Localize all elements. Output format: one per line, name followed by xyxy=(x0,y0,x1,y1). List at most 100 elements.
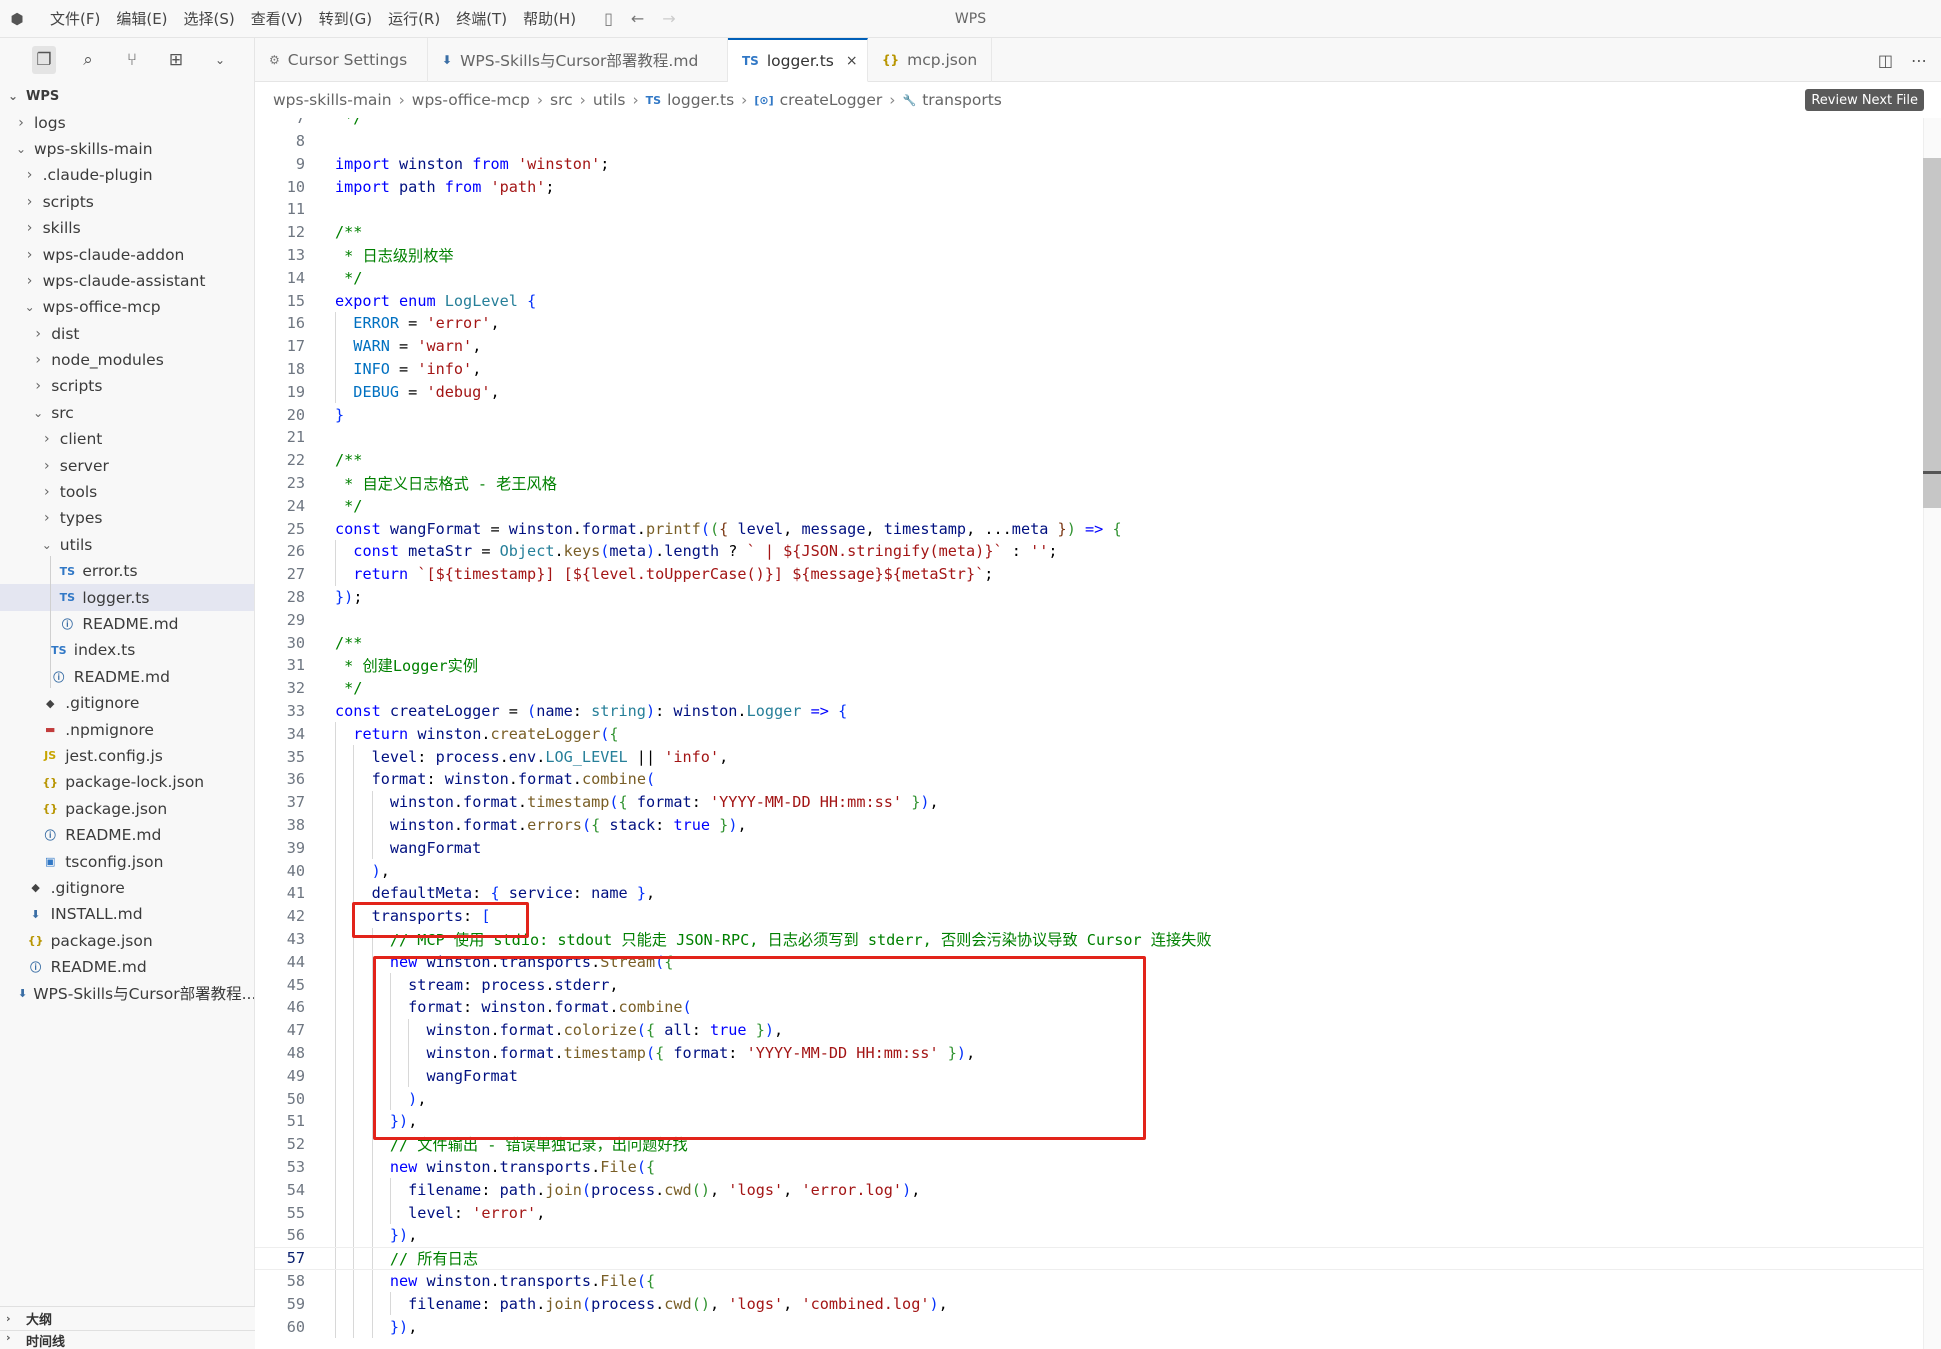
review-next-file-button[interactable]: Review Next File xyxy=(1805,89,1924,111)
code-line[interactable]: 15 export enum LogLevel { xyxy=(255,289,1941,312)
code-line[interactable]: 38 winston.format.errors({ stack: true }… xyxy=(255,814,1941,837)
code-line[interactable]: 20} xyxy=(255,403,1941,426)
breadcrumb-item[interactable]: src xyxy=(550,91,573,109)
menu-run[interactable]: 运行(R) xyxy=(380,0,448,38)
timeline-section[interactable]: › 时间线 xyxy=(0,1330,255,1349)
code-line[interactable]: 16 ERROR = 'error', xyxy=(255,312,1941,335)
menu-view[interactable]: 查看(V) xyxy=(243,0,311,38)
code-line[interactable]: 30 /** xyxy=(255,631,1941,654)
tree-folder[interactable]: ⌄ wps-office-mcp xyxy=(0,294,254,320)
breadcrumb-item[interactable]: createLogger xyxy=(780,91,883,109)
code-line[interactable]: 32 */ xyxy=(255,677,1941,700)
tree-file[interactable]: ◆ .gitignore xyxy=(0,875,254,901)
tree-file[interactable]: ◆ .gitignore xyxy=(0,690,254,716)
tree-folder[interactable]: › logs xyxy=(0,109,254,135)
tree-file[interactable]: {} package.json xyxy=(0,796,254,822)
tree-folder[interactable]: › wps-claude-assistant xyxy=(0,268,254,294)
source-control-icon[interactable]: ⑂ xyxy=(120,46,144,74)
tab-mcp-json[interactable]: {} mcp.json xyxy=(868,38,992,82)
code-line[interactable]: 14 */ xyxy=(255,266,1941,289)
code-line[interactable]: 28}); xyxy=(255,586,1941,609)
code-line[interactable]: 59 filename: path.join(process.cwd(), 'l… xyxy=(255,1292,1941,1315)
toggle-sidebar-icon[interactable]: ▯ xyxy=(604,9,613,28)
tree-file[interactable]: ⓘ README.md xyxy=(0,954,254,980)
code-line[interactable]: 12 /** xyxy=(255,221,1941,244)
explorer-root[interactable]: ⌄ WPS xyxy=(0,83,254,109)
code-line[interactable]: 36 format: winston.format.combine( xyxy=(255,768,1941,791)
code-line[interactable]: 22 /** xyxy=(255,449,1941,472)
extensions-icon[interactable]: ⊞ xyxy=(164,46,188,74)
chevron-down-icon[interactable]: ⌄ xyxy=(208,46,232,74)
split-editor-icon[interactable]: ◫ xyxy=(1878,51,1893,70)
code-line[interactable]: 10 import path from 'path'; xyxy=(255,175,1941,198)
tree-folder[interactable]: › .claude-plugin xyxy=(0,162,254,188)
code-line[interactable]: 25 const wangFormat = winston.format.prin… xyxy=(255,517,1941,540)
code-line[interactable]: 56 }), xyxy=(255,1224,1941,1247)
menu-file[interactable]: 文件(F) xyxy=(42,0,108,38)
tab-logger-ts[interactable]: TS logger.ts × xyxy=(728,38,868,82)
tree-folder[interactable]: › server xyxy=(0,452,254,478)
code-line[interactable]: 24 */ xyxy=(255,494,1941,517)
code-line[interactable]: 54 filename: path.join(process.cwd(), 'l… xyxy=(255,1178,1941,1201)
explorer-icon[interactable]: ❐ xyxy=(32,46,56,74)
tree-file[interactable]: ⓘ README.md xyxy=(0,822,254,848)
tab-cursor-settings[interactable]: ⚙ Cursor Settings xyxy=(255,38,428,82)
breadcrumb-item[interactable]: wps-skills-main xyxy=(273,91,392,109)
tree-file[interactable]: ▣ tsconfig.json xyxy=(0,848,254,874)
breadcrumb-item[interactable]: transports xyxy=(922,91,1002,109)
tree-file[interactable]: ▬ .npmignore xyxy=(0,716,254,742)
code-line[interactable]: 17 WARN = 'warn', xyxy=(255,335,1941,358)
code-line[interactable]: 8 xyxy=(255,130,1941,153)
back-arrow-icon[interactable]: ← xyxy=(631,9,644,28)
tree-folder[interactable]: › node_modules xyxy=(0,347,254,373)
tree-folder[interactable]: › scripts xyxy=(0,189,254,215)
code-editor[interactable]: 7 */8 9 import winston from 'winston'; 10 im… xyxy=(255,118,1941,1349)
code-line[interactable]: 40 ), xyxy=(255,859,1941,882)
tree-file[interactable]: ⬇ WPS-Skills与Cursor部署教程.... xyxy=(0,980,254,1006)
code-line[interactable]: 19 DEBUG = 'debug', xyxy=(255,380,1941,403)
tree-folder[interactable]: › client xyxy=(0,426,254,452)
breadcrumb-item[interactable]: utils xyxy=(593,91,626,109)
tree-folder[interactable]: › skills xyxy=(0,215,254,241)
code-line[interactable]: 31 * 创建Logger实例 xyxy=(255,654,1941,677)
tree-file[interactable]: TS error.ts xyxy=(0,558,254,584)
code-line[interactable]: 11 xyxy=(255,198,1941,221)
tree-file[interactable]: ⬇ INSTALL.md xyxy=(0,901,254,927)
code-line[interactable]: 18 INFO = 'info', xyxy=(255,358,1941,381)
tree-file[interactable]: {} package-lock.json xyxy=(0,769,254,795)
code-line[interactable]: 55 level: 'error', xyxy=(255,1201,1941,1224)
breadcrumb-item[interactable]: wps-office-mcp xyxy=(412,91,530,109)
more-actions-icon[interactable]: ⋯ xyxy=(1911,51,1927,70)
close-icon[interactable]: × xyxy=(846,53,858,69)
code-line[interactable]: 7 */ xyxy=(255,118,1941,130)
menu-go[interactable]: 转到(G) xyxy=(311,0,380,38)
tree-folder[interactable]: ⌄ src xyxy=(0,400,254,426)
code-line[interactable]: 35 level: process.env.LOG_LEVEL || 'info… xyxy=(255,745,1941,768)
code-line[interactable]: 23 * 自定义日志格式 - 老王风格 xyxy=(255,472,1941,495)
code-line[interactable]: 34 return winston.createLogger({ xyxy=(255,722,1941,745)
tree-folder[interactable]: › dist xyxy=(0,321,254,347)
tree-file[interactable]: {} package.json xyxy=(0,928,254,954)
code-line[interactable]: 21 xyxy=(255,426,1941,449)
search-icon[interactable]: ⌕ xyxy=(76,46,100,74)
tree-folder[interactable]: ⌄ wps-skills-main xyxy=(0,136,254,162)
menu-help[interactable]: 帮助(H) xyxy=(515,0,584,38)
tree-file[interactable]: JS jest.config.js xyxy=(0,743,254,769)
tree-file[interactable]: ⓘ README.md xyxy=(0,611,254,637)
code-line[interactable]: 9 import winston from 'winston'; xyxy=(255,152,1941,175)
tree-folder[interactable]: › wps-claude-addon xyxy=(0,241,254,267)
code-line[interactable]: 37 winston.format.timestamp({ format: 'Y… xyxy=(255,791,1941,814)
vertical-scrollbar-thumb[interactable] xyxy=(1923,158,1941,508)
outline-section[interactable]: › 大纲 xyxy=(0,1306,255,1330)
menu-edit[interactable]: 编辑(E) xyxy=(108,0,175,38)
tree-file[interactable]: TS index.ts xyxy=(0,637,254,663)
tree-file[interactable]: ⓘ README.md xyxy=(0,664,254,690)
code-line[interactable]: 58 new winston.transports.File({ xyxy=(255,1270,1941,1293)
forward-arrow-icon[interactable]: → xyxy=(662,9,675,28)
breadcrumb-item[interactable]: logger.ts xyxy=(667,91,734,109)
code-line[interactable]: 39 wangFormat xyxy=(255,836,1941,859)
code-line[interactable]: 29 xyxy=(255,608,1941,631)
code-line[interactable]: 26 const metaStr = Object.keys(meta).len… xyxy=(255,540,1941,563)
code-line[interactable]: 27 return `[${timestamp}] [${level.toUpp… xyxy=(255,563,1941,586)
code-line[interactable]: 33 const createLogger = (name: string): w… xyxy=(255,700,1941,723)
